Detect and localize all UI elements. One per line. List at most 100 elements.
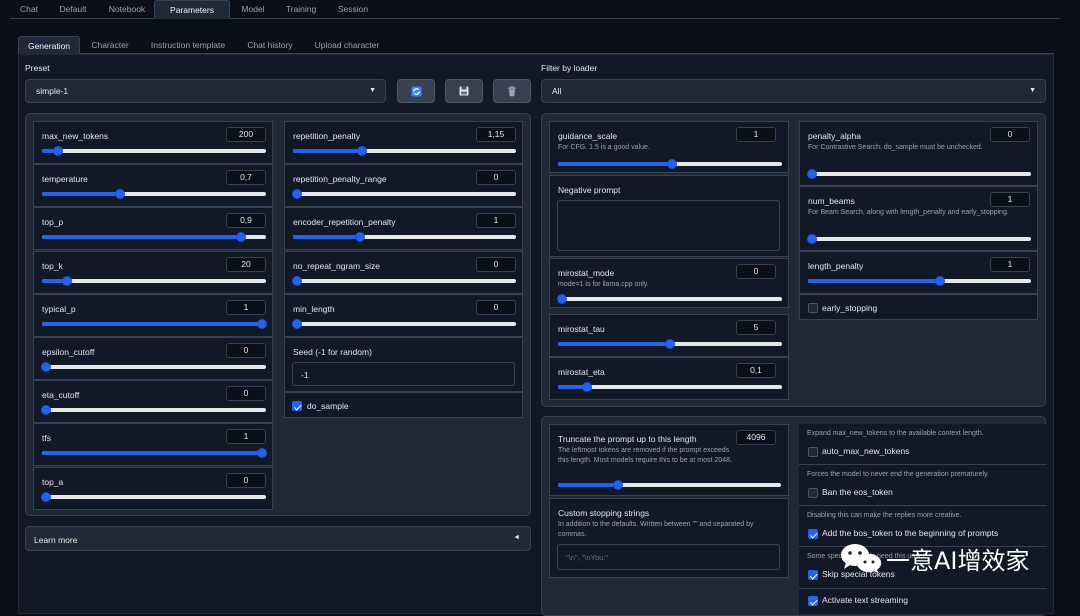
slider-thumb[interactable] bbox=[41, 405, 52, 416]
param-slider[interactable] bbox=[807, 234, 1031, 244]
tab-default[interactable]: Default bbox=[50, 0, 96, 19]
param-number-input[interactable]: 1,15 bbox=[476, 127, 516, 142]
param-slider[interactable] bbox=[807, 169, 1031, 179]
tab-parameters[interactable]: Parameters bbox=[154, 0, 230, 19]
save-button[interactable] bbox=[445, 79, 483, 103]
param-number-input[interactable]: 1 bbox=[226, 429, 266, 445]
ban-eos-token-checkbox[interactable] bbox=[808, 488, 818, 498]
slider-thumb[interactable] bbox=[582, 382, 593, 392]
param-number-input[interactable]: 0 bbox=[736, 264, 776, 279]
param-slider[interactable] bbox=[558, 339, 782, 349]
param-slider[interactable] bbox=[42, 275, 266, 286]
slider-thumb[interactable] bbox=[557, 294, 568, 304]
slider-thumb[interactable] bbox=[665, 339, 675, 349]
param-number-input[interactable]: 0 bbox=[476, 256, 516, 272]
slider-thumb[interactable] bbox=[256, 318, 267, 329]
stopping-strings-input[interactable]: "\n", "\nYou:" bbox=[557, 544, 780, 570]
preset-dropdown[interactable]: simple-1 ▼ bbox=[25, 79, 386, 103]
skip-special-tokens-checkbox[interactable] bbox=[808, 570, 818, 580]
param-number-input[interactable]: 0,1 bbox=[736, 363, 776, 378]
slider-thumb[interactable] bbox=[667, 159, 678, 169]
param-slider[interactable] bbox=[557, 294, 782, 304]
param-slider[interactable] bbox=[293, 146, 516, 156]
slider-thumb[interactable] bbox=[115, 189, 126, 200]
param-top-p: top_p 0,9 bbox=[33, 207, 273, 251]
param-slider[interactable] bbox=[42, 146, 266, 156]
learn-more-accordion[interactable]: Learn more ◄ bbox=[25, 526, 531, 551]
param-slider[interactable] bbox=[558, 382, 782, 392]
seed-input[interactable]: -1 bbox=[292, 362, 515, 386]
param-number-input[interactable]: 0 bbox=[476, 170, 516, 186]
tab-model[interactable]: Model bbox=[234, 0, 272, 19]
text-streaming-checkbox[interactable] bbox=[808, 596, 818, 606]
param-number-input[interactable]: 1 bbox=[990, 257, 1030, 272]
param-slider[interactable] bbox=[42, 189, 266, 200]
slider-thumb[interactable] bbox=[256, 448, 267, 459]
param-number-input[interactable]: 0,7 bbox=[226, 170, 266, 186]
param-slider[interactable] bbox=[42, 318, 267, 329]
watermark-text: 一意AI增效家 bbox=[886, 546, 1030, 575]
param-number-input[interactable]: 1 bbox=[476, 213, 516, 229]
tab-chat[interactable]: Chat bbox=[10, 0, 48, 19]
truncate-slider[interactable] bbox=[558, 480, 781, 490]
slider-thumb[interactable] bbox=[41, 362, 52, 372]
tab-character[interactable]: Character bbox=[84, 36, 136, 54]
param-mirostat-tau: mirostat_tau 5 bbox=[549, 314, 789, 357]
param-number-input[interactable]: 1 bbox=[736, 127, 776, 142]
truncate-number[interactable]: 4096 bbox=[736, 430, 776, 445]
loader-dropdown[interactable]: All ▼ bbox=[541, 79, 1046, 103]
param-number-input[interactable]: 1 bbox=[990, 192, 1030, 207]
param-slider[interactable] bbox=[42, 232, 266, 243]
slider-thumb[interactable] bbox=[41, 491, 52, 502]
param-number-input[interactable]: 1 bbox=[226, 299, 266, 315]
add-bos-token-checkbox[interactable] bbox=[808, 529, 818, 539]
slider-thumb[interactable] bbox=[354, 232, 365, 243]
tab-session[interactable]: Session bbox=[328, 0, 378, 19]
param-number-input[interactable]: 0 bbox=[226, 343, 266, 358]
negative-prompt-input[interactable] bbox=[557, 200, 780, 251]
refresh-button[interactable] bbox=[397, 79, 435, 103]
truncate-info: The leftmost tokens are removed if the p… bbox=[558, 447, 732, 464]
tab-instruction-template[interactable]: Instruction template bbox=[142, 36, 234, 54]
delete-button[interactable] bbox=[493, 79, 531, 103]
param-number-input[interactable]: 0 bbox=[990, 127, 1030, 142]
do-sample-checkbox[interactable] bbox=[292, 401, 302, 411]
param-number-input[interactable]: 0,9 bbox=[226, 213, 266, 229]
slider-thumb[interactable] bbox=[807, 169, 818, 179]
slider-thumb[interactable] bbox=[357, 146, 368, 156]
slider-thumb[interactable] bbox=[807, 234, 818, 244]
slider-thumb[interactable] bbox=[613, 480, 624, 490]
param-slider[interactable] bbox=[558, 159, 782, 169]
early-stopping-checkbox[interactable] bbox=[808, 303, 818, 313]
slider-thumb[interactable] bbox=[52, 146, 63, 156]
tab-upload-character[interactable]: Upload character bbox=[308, 36, 386, 54]
tab-notebook[interactable]: Notebook bbox=[99, 0, 155, 19]
param-slider[interactable] bbox=[41, 362, 266, 372]
do-sample-block: do_sample bbox=[284, 392, 523, 418]
slider-thumb[interactable] bbox=[292, 318, 303, 329]
param-slider[interactable] bbox=[292, 318, 516, 329]
param-slider[interactable] bbox=[292, 275, 516, 286]
tab-training[interactable]: Training bbox=[272, 0, 330, 19]
param-number-input[interactable]: 200 bbox=[226, 127, 266, 142]
slider-thumb[interactable] bbox=[292, 275, 303, 286]
param-number-input[interactable]: 0 bbox=[226, 386, 266, 402]
param-label: eta_cutoff bbox=[42, 390, 80, 401]
param-slider[interactable] bbox=[41, 405, 266, 416]
tab-generation[interactable]: Generation bbox=[18, 36, 80, 54]
slider-thumb[interactable] bbox=[236, 232, 247, 243]
param-number-input[interactable]: 0 bbox=[226, 472, 266, 488]
param-slider[interactable] bbox=[808, 276, 1031, 286]
param-slider[interactable] bbox=[292, 189, 516, 200]
param-slider[interactable] bbox=[293, 232, 516, 243]
slider-thumb[interactable] bbox=[934, 276, 945, 286]
auto-max-new-tokens-checkbox[interactable] bbox=[808, 447, 818, 457]
param-slider[interactable] bbox=[41, 491, 266, 502]
param-number-input[interactable]: 5 bbox=[736, 320, 776, 335]
slider-thumb[interactable] bbox=[61, 275, 72, 286]
slider-thumb[interactable] bbox=[292, 189, 303, 200]
param-slider[interactable] bbox=[42, 448, 267, 459]
tab-chat-history[interactable]: Chat history bbox=[240, 36, 300, 54]
param-number-input[interactable]: 0 bbox=[476, 299, 516, 315]
param-number-input[interactable]: 20 bbox=[226, 256, 266, 272]
